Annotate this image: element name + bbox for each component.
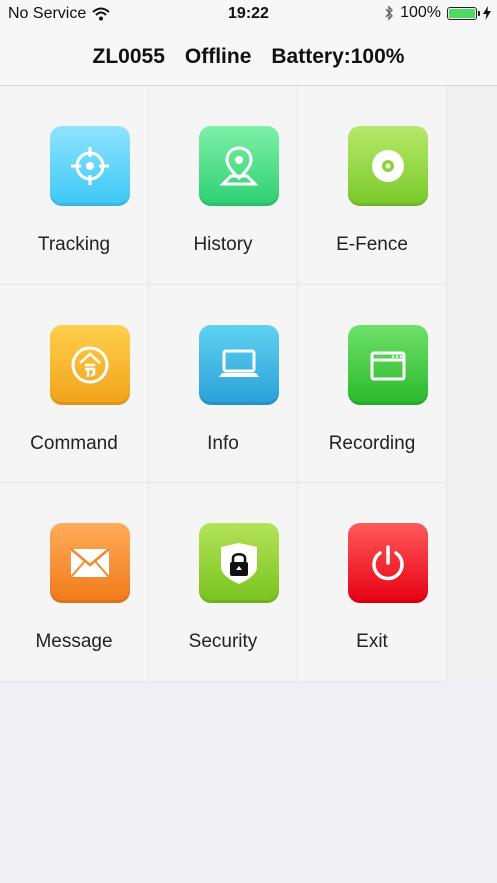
bluetooth-icon [385,5,394,21]
security-tile[interactable] [199,523,279,604]
command-badge-icon [71,346,109,384]
exit-label: Exit [356,631,388,653]
battery-percent: 100% [400,4,441,21]
menu-item-security[interactable]: Security [149,483,298,682]
charging-bolt-icon [483,6,491,20]
shield-lock-icon [221,543,257,585]
status-bar: No Service 19:22 100% [0,0,497,28]
tracking-label: Tracking [37,234,111,255]
recorder-icon [370,351,406,381]
power-icon [372,545,404,581]
battery-icon [447,6,480,20]
security-label: Security [188,631,258,653]
menu-item-e-fence[interactable]: E-Fence [298,86,447,285]
recording-tile[interactable] [348,324,428,405]
tracking-tile[interactable] [50,126,130,206]
e-fence-tile[interactable] [348,126,428,206]
message-label: Message [35,631,113,653]
recording-label: Recording [328,432,416,454]
message-tile[interactable] [50,523,130,604]
e-fence-label: E-Fence [336,234,408,255]
grid-right-margin [447,86,497,682]
menu-item-tracking[interactable]: Tracking [0,86,149,285]
menu-item-info[interactable]: Info [149,284,298,484]
menu-item-history[interactable]: History [149,86,298,285]
battery-status: Battery:100% [271,44,405,68]
history-tile[interactable] [199,126,279,206]
device-header: ZL0055 Offline Battery:100% [0,28,497,86]
menu-item-recording[interactable]: Recording [298,284,447,484]
info-tile[interactable] [199,324,279,405]
menu-grid: Tracking History E-Fence Command Info Re… [0,86,447,682]
target-disc-icon [372,150,404,182]
status-right: 100% [384,4,491,22]
crosshair-icon [71,147,109,185]
menu-item-command[interactable]: Command [0,284,149,484]
connection-status: Offline [184,44,252,68]
command-label: Command [30,432,118,454]
envelope-icon [70,548,110,578]
device-id: ZL0055 [92,44,165,68]
menu-item-exit[interactable]: Exit [298,483,447,682]
history-label: History [193,234,253,255]
command-tile[interactable] [50,324,130,405]
map-pin-icon [219,146,259,186]
laptop-icon [219,349,259,377]
info-label: Info [207,432,239,454]
exit-tile[interactable] [348,523,428,604]
menu-item-message[interactable]: Message [0,483,149,682]
